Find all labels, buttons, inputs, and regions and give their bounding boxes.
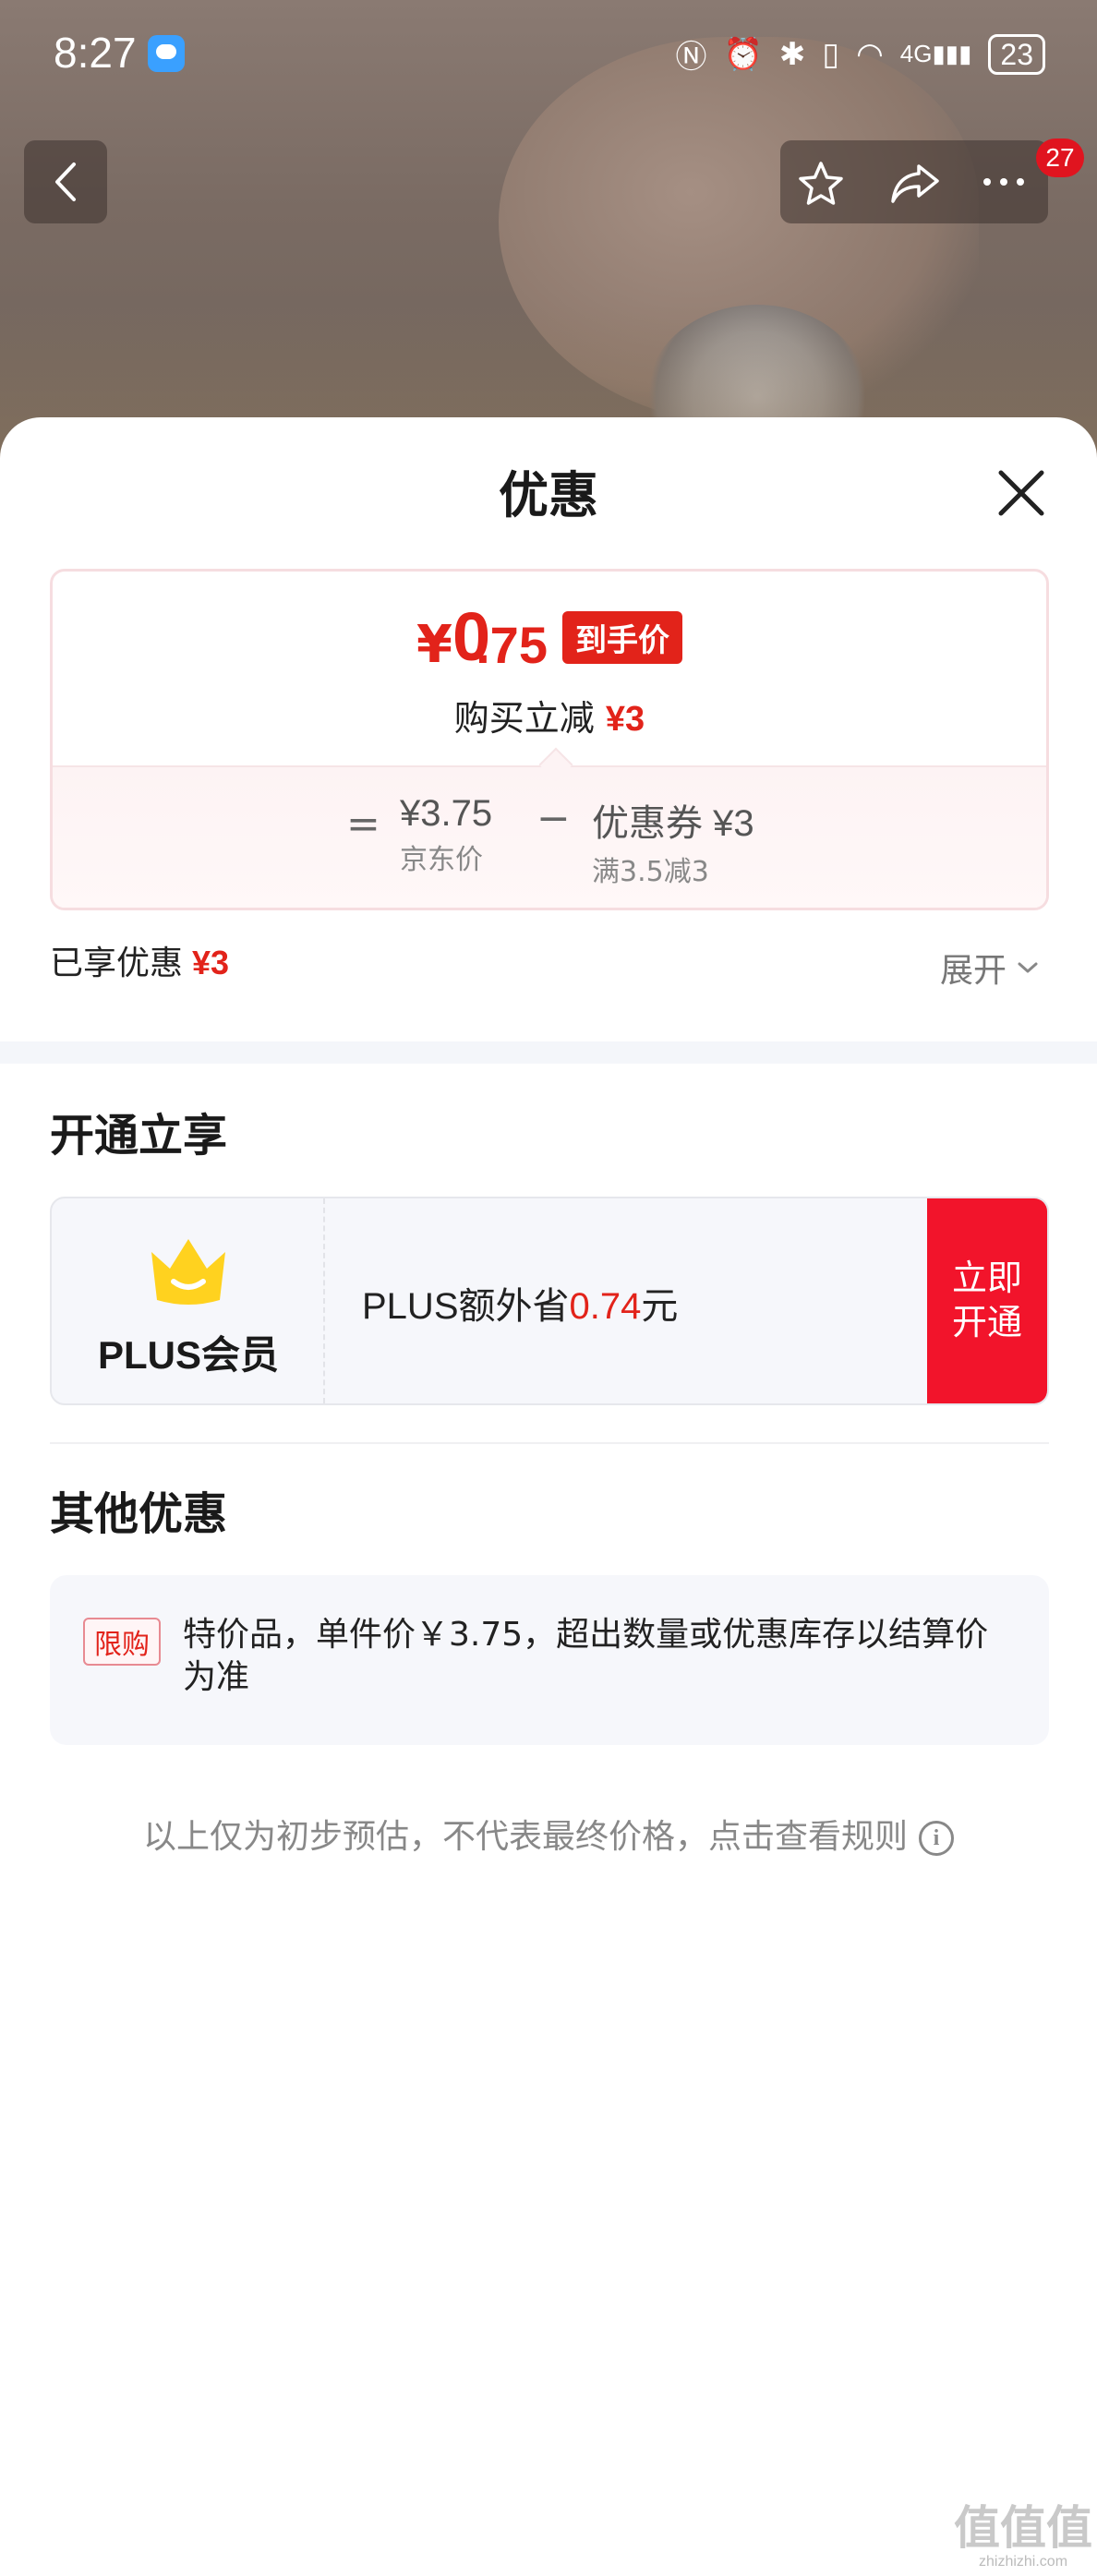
- bluetooth-icon: ✱: [778, 35, 806, 73]
- chevron-down-icon: [1018, 962, 1038, 973]
- applied-discount-value: ¥3: [192, 944, 230, 981]
- applied-discount: 已享优惠 ¥3: [50, 936, 229, 984]
- open-plus-button[interactable]: 立即 开通: [927, 1198, 1047, 1403]
- final-price-card: ¥ 0 .75 到手价 购买立减 ¥3 = ¥3.75 京东价 − 优惠券 ¥3…: [50, 569, 1049, 910]
- plus-logo-area: PLUS会员: [52, 1198, 325, 1403]
- info-icon: i: [919, 1821, 954, 1856]
- plus-savings-text: PLUS额外省0.74元: [362, 1276, 678, 1330]
- instant-discount-label: 购买立减: [453, 698, 595, 739]
- status-time: 8:27: [54, 29, 137, 77]
- message-notification-icon: [148, 35, 185, 72]
- equals-sign: =: [346, 800, 380, 848]
- close-icon[interactable]: [994, 465, 1049, 521]
- membership-section-title: 开通立享: [50, 1110, 228, 1162]
- coupon: 优惠券 ¥3 满3.5减3: [592, 793, 754, 889]
- more-icon[interactable]: [978, 161, 1030, 203]
- instant-discount-value: ¥3: [605, 700, 645, 739]
- open-plus-line2: 开通: [951, 1302, 1022, 1342]
- top-action-group: [780, 140, 1048, 223]
- cart-count-badge: 27: [1036, 138, 1084, 177]
- share-icon[interactable]: [889, 161, 941, 205]
- price-decimal: .75: [476, 616, 548, 674]
- wifi-icon: ◠: [856, 35, 884, 73]
- section-divider: [0, 1041, 1097, 1064]
- price-rules-link[interactable]: 以上仅为初步预估，不代表最终价格，点击查看规则 i: [0, 1810, 1097, 1858]
- crown-icon: [151, 1239, 225, 1305]
- discount-sheet: 优惠 ¥ 0 .75 到手价 购买立减 ¥3 = ¥3.75 京东价 − 优惠券…: [0, 417, 1097, 2576]
- jd-price-value: ¥3.75: [400, 793, 493, 834]
- status-bar: 8:27 Ⓝ ⏰ ✱ ▯ ◠ 4G▮▮▮ 23: [0, 0, 1097, 102]
- instant-discount: 购买立减 ¥3: [53, 690, 1046, 740]
- plus-member-label: PLUS会员: [97, 1333, 279, 1377]
- limit-tag: 限购: [83, 1618, 161, 1666]
- site-watermark: 值值值 zhizhizhi.com: [949, 2502, 1097, 2576]
- plus-savings-prefix: PLUS额外省: [362, 1286, 570, 1327]
- other-offers-section-title: 其他优惠: [50, 1488, 228, 1540]
- nfc-icon: Ⓝ: [675, 39, 707, 76]
- battery-icon: 23: [988, 33, 1045, 75]
- final-price-summary: ¥ 0 .75 到手价 购买立减 ¥3: [53, 572, 1046, 765]
- final-price-row: ¥ 0 .75 到手价: [53, 603, 1046, 671]
- price-breakdown: = ¥3.75 京东价 − 优惠券 ¥3 满3.5减3: [53, 765, 1046, 908]
- network-type: 4G: [899, 40, 933, 67]
- signal-icon: 4G▮▮▮: [899, 40, 972, 67]
- chevron-left-icon: [55, 163, 76, 201]
- plus-savings-amount: 0.74: [569, 1286, 642, 1327]
- alarm-icon: ⏰: [723, 35, 763, 73]
- applied-discount-label: 已享优惠: [50, 945, 184, 982]
- coupon-rule: 满3.5减3: [592, 856, 709, 888]
- minus-sign: −: [536, 795, 571, 842]
- expand-label: 展开: [940, 952, 1007, 990]
- final-price-tag: 到手价: [561, 611, 682, 664]
- currency-symbol: ¥: [416, 615, 452, 675]
- price-formula: = ¥3.75 京东价 − 优惠券 ¥3 满3.5减3: [53, 782, 1046, 893]
- jd-price: ¥3.75 京东价: [400, 793, 492, 877]
- footnote-text: 以上仅为初步预估，不代表最终价格，点击查看规则: [142, 1818, 908, 1856]
- divider-line: [50, 1442, 1049, 1444]
- watermark-url: zhizhizhi.com: [978, 2554, 1068, 2570]
- plus-membership-card[interactable]: PLUS会员 PLUS额外省0.74元 立即 开通: [50, 1197, 1049, 1405]
- watermark-logo: 值值值: [954, 2501, 1092, 2555]
- star-icon[interactable]: [797, 161, 845, 207]
- sheet-title: 优惠: [499, 466, 598, 524]
- back-button[interactable]: [24, 140, 107, 223]
- final-price: ¥ 0 .75: [416, 603, 548, 671]
- status-icons: Ⓝ ⏰ ✱ ▯ ◠ 4G▮▮▮ 23: [676, 31, 1045, 77]
- open-plus-line1: 立即: [951, 1258, 1022, 1298]
- vibrate-icon: ▯: [822, 35, 840, 73]
- purchase-limit-notice: 限购 特价品，单件价￥3.75，超出数量或优惠库存以结算价为准: [50, 1575, 1049, 1745]
- jd-price-label: 京东价: [400, 844, 483, 876]
- expand-button[interactable]: 展开: [940, 944, 1040, 992]
- coupon-value: 优惠券 ¥3: [592, 803, 754, 844]
- plus-savings-suffix: 元: [641, 1286, 679, 1327]
- limit-description: 特价品，单件价￥3.75，超出数量或优惠库存以结算价为准: [183, 1616, 989, 1696]
